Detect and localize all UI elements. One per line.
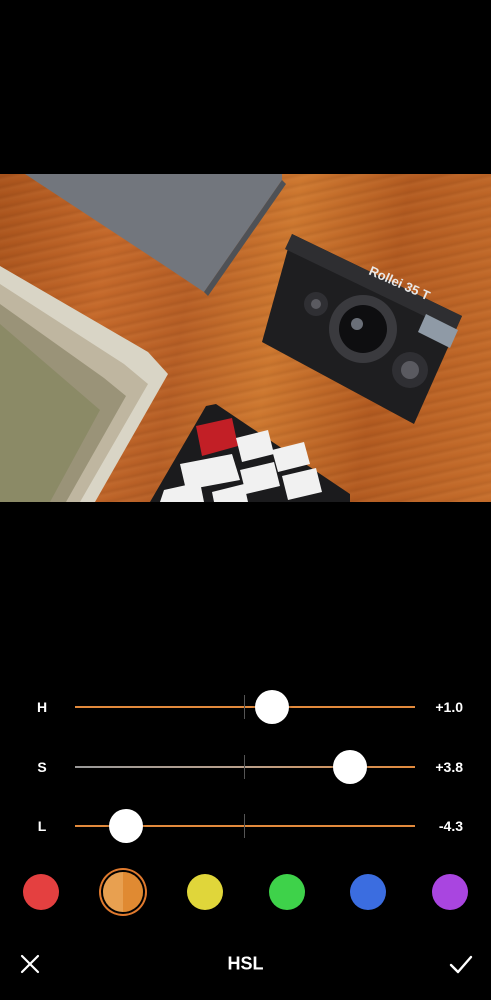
swatch-blue[interactable] — [350, 874, 386, 910]
swatch-orange[interactable] — [103, 872, 143, 912]
slider-row-h: H +1.0 — [0, 687, 491, 727]
confirm-button[interactable] — [445, 948, 477, 980]
grey-card — [25, 174, 282, 292]
swatch-yellow[interactable] — [187, 874, 223, 910]
slider-thumb[interactable] — [109, 809, 143, 843]
slider-thumb[interactable] — [255, 690, 290, 724]
slider-value: -4.3 — [438, 818, 463, 834]
slider-label: H — [36, 699, 48, 715]
slider-row-s: S +3.8 — [0, 747, 491, 787]
slider-thumb[interactable] — [333, 750, 368, 784]
slider-value: +1.0 — [435, 699, 463, 715]
checkmark-icon — [449, 955, 473, 974]
slider-value: +3.8 — [435, 759, 463, 775]
slider-track[interactable] — [75, 706, 415, 708]
hsl-editor-screen: Rollei 35 T H +1.0 S +3.8 L -4.3 HSL — [0, 0, 491, 1000]
slider-label: S — [37, 759, 47, 775]
slider-center-tick — [244, 755, 245, 779]
swatch-green[interactable] — [269, 874, 305, 910]
bottom-toolbar: HSL — [0, 940, 491, 988]
swatch-purple[interactable] — [432, 874, 468, 910]
slider-center-tick — [244, 695, 245, 719]
tool-title: HSL — [227, 953, 264, 974]
photo-scene: Rollei 35 T — [0, 174, 462, 502]
slider-label: L — [37, 818, 47, 834]
slider-center-tick — [244, 814, 245, 838]
color-swatch-row — [0, 870, 491, 914]
swatch-red[interactable] — [23, 874, 59, 910]
photo-preview: Rollei 35 T — [0, 174, 491, 502]
slider-row-l: L -4.3 — [0, 806, 491, 846]
